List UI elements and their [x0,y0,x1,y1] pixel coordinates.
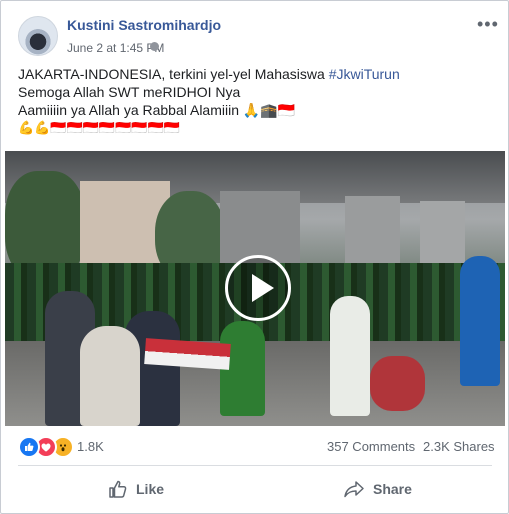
comments-count[interactable]: 357 Comments [327,439,415,454]
post-text-line-1: JAKARTA-INDONESIA, terkini yel-yel Mahas… [18,65,498,83]
video-frame-person [80,326,140,426]
share-button[interactable]: Share [343,474,412,504]
video-frame-person [330,296,370,416]
like-button[interactable]: Like [108,474,164,504]
play-icon [252,274,274,302]
like-reaction-icon [18,436,40,458]
video-frame-person [460,256,500,386]
like-button-label: Like [136,481,165,497]
thumbs-up-icon [109,480,127,498]
post-text-line-2: Semoga Allah SWT meRIDHOI Nya [18,84,241,100]
author-avatar[interactable] [18,16,58,56]
post-card: Kustini Sastromihardjo June 2 at 1:45 PM… [0,0,509,514]
reaction-count[interactable]: 1.8K [77,439,104,454]
reaction-icons[interactable] [18,436,74,458]
shares-count[interactable]: 2.3K Shares [423,439,495,454]
post-text: JAKARTA-INDONESIA, terkini yel-yel Mahas… [18,65,498,137]
video-player[interactable] [5,151,505,426]
post-text-line-1-prefix: JAKARTA-INDONESIA, terkini yel-yel Mahas… [18,66,329,82]
video-frame-motorbike [370,356,425,411]
post-text-line-3: Aamiiiin ya Allah ya Rabbal Alamiiin 🙏🕋🇮… [18,102,296,118]
hashtag-link[interactable]: #JkwiTurun [329,66,400,82]
share-arrow-icon [344,481,364,498]
author-name[interactable]: Kustini Sastromihardjo [67,17,221,33]
play-button[interactable] [225,255,291,321]
more-options-icon[interactable]: ••• [477,15,499,33]
post-text-line-4: 💪💪🇮🇩🇮🇩🇮🇩🇮🇩🇮🇩🇮🇩🇮🇩🇮🇩 [18,120,180,135]
action-divider [18,465,492,466]
globe-icon [150,42,159,51]
share-button-label: Share [373,481,412,497]
